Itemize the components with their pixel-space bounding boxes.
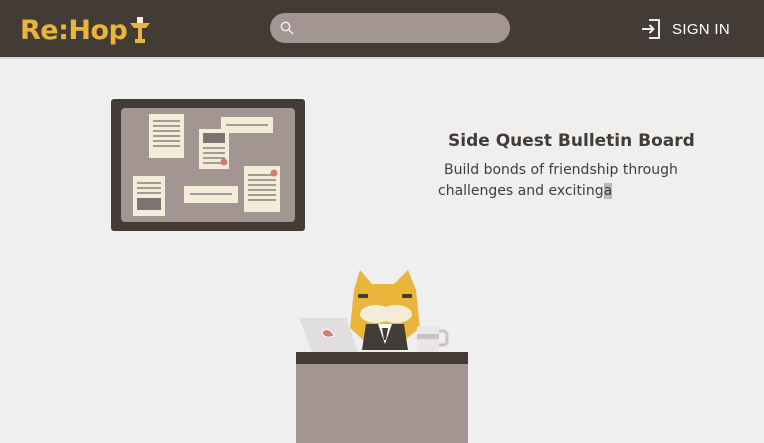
- paper-note-5: [184, 186, 238, 203]
- paper-note-3: [199, 129, 229, 169]
- desk-body: [296, 364, 468, 443]
- top-bar: Re: Hop SIGN IN: [0, 0, 764, 59]
- cat-at-desk-illustration: [296, 270, 468, 443]
- paper-note-4: [133, 176, 165, 216]
- logo-text-hop: Hop: [68, 14, 128, 46]
- desk-top: [296, 352, 468, 364]
- page-description: Build bonds of friendship through challe…: [438, 160, 698, 202]
- sign-in-button[interactable]: SIGN IN: [640, 16, 730, 42]
- paper-note-1: [149, 114, 184, 158]
- bulletin-board-illustration: [111, 99, 305, 231]
- laptop: [299, 318, 358, 352]
- sign-in-label: SIGN IN: [672, 20, 730, 38]
- logo[interactable]: Re: Hop: [20, 12, 152, 48]
- search-icon: [280, 21, 294, 35]
- description-line-2: challenges and exciting: [438, 183, 604, 199]
- logo-text-re: Re:: [20, 14, 69, 46]
- description-line-1: Build bonds of friendship through: [444, 162, 678, 178]
- coffee-mug: [417, 326, 449, 352]
- paper-note-6: [244, 166, 280, 212]
- search-input[interactable]: [270, 13, 510, 43]
- lamp-icon: [130, 17, 151, 43]
- sign-in-icon: [642, 19, 660, 39]
- page-title: Side Quest Bulletin Board: [448, 131, 695, 151]
- text-cursor-highlight: a: [603, 183, 613, 199]
- cat-character: [350, 270, 420, 350]
